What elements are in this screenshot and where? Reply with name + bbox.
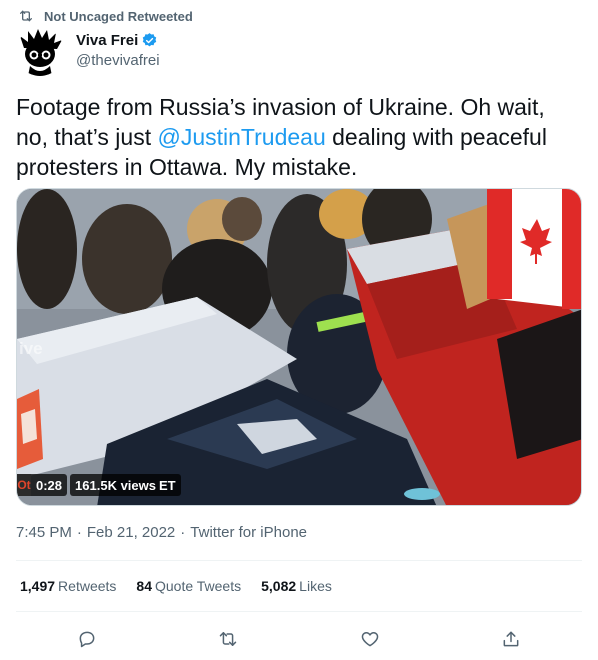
author: Viva Frei @thevivafrei [16, 28, 160, 76]
divider [16, 611, 582, 612]
video-views-count: 161.5K views [75, 477, 156, 493]
video-frame [17, 189, 581, 505]
tweet-date[interactable]: Feb 21, 2022 [87, 524, 175, 541]
verified-badge-icon [143, 33, 157, 47]
quote-tweets-stat[interactable]: 84 Quote Tweets [136, 578, 241, 594]
video-views-suffix: ET [158, 477, 176, 493]
reply-icon [79, 631, 95, 648]
video-duration: 0:28 [31, 474, 68, 496]
tweet-time[interactable]: 7:45 PM [16, 524, 72, 541]
retweets-count: 1,497 [20, 578, 56, 594]
retweets-label: Retweets [58, 578, 117, 594]
likes-count: 5,082 [261, 578, 297, 594]
retweet-icon [20, 10, 32, 22]
social-context-label: Not Uncaged Retweeted [44, 8, 193, 24]
reply-button[interactable] [70, 622, 104, 656]
avatar[interactable] [16, 28, 64, 76]
tweet: Not Uncaged Retweeted Viva Frei @theviva… [0, 0, 598, 660]
likes-label: Likes [299, 578, 332, 594]
video-overlay: Ot 0:28 161.5K views ET [17, 474, 181, 496]
share-button[interactable] [494, 622, 528, 656]
display-name[interactable]: Viva Frei [76, 32, 160, 49]
video-views: 161.5K views ET [70, 474, 181, 496]
social-context[interactable]: Not Uncaged Retweeted [18, 8, 193, 24]
retweets-stat[interactable]: 1,497 Retweets [20, 578, 116, 594]
video-watermark: ive [19, 339, 43, 358]
video-cut-tag: Ot [17, 474, 31, 496]
retweet-icon [220, 632, 237, 646]
retweet-button[interactable] [211, 622, 245, 656]
meta-separator: · [76, 524, 82, 541]
quote-tweets-label: Quote Tweets [154, 578, 242, 594]
divider [16, 560, 582, 561]
handle[interactable]: @thevivafrei [76, 52, 160, 69]
meta-separator: · [180, 524, 186, 541]
like-button[interactable] [353, 622, 387, 656]
heart-icon [361, 632, 378, 647]
display-name-text: Viva Frei [76, 32, 139, 49]
likes-stat[interactable]: 5,082 Likes [261, 578, 332, 594]
quote-tweets-count: 84 [136, 578, 152, 594]
video-player[interactable]: ive Ot 0:28 161.5K views ET [16, 188, 582, 506]
tweet-meta: 7:45 PM · Feb 21, 2022 · Twitter for iPh… [16, 524, 307, 541]
tweet-text: Footage from Russia’s invasion of Ukrain… [16, 92, 581, 182]
tweet-source[interactable]: Twitter for iPhone [190, 524, 307, 541]
share-icon [503, 631, 519, 647]
mention-link[interactable]: @JustinTrudeau [158, 124, 326, 150]
action-bar [16, 622, 582, 656]
tweet-stats: 1,497 Retweets 84 Quote Tweets 5,082 Likes [20, 578, 352, 594]
